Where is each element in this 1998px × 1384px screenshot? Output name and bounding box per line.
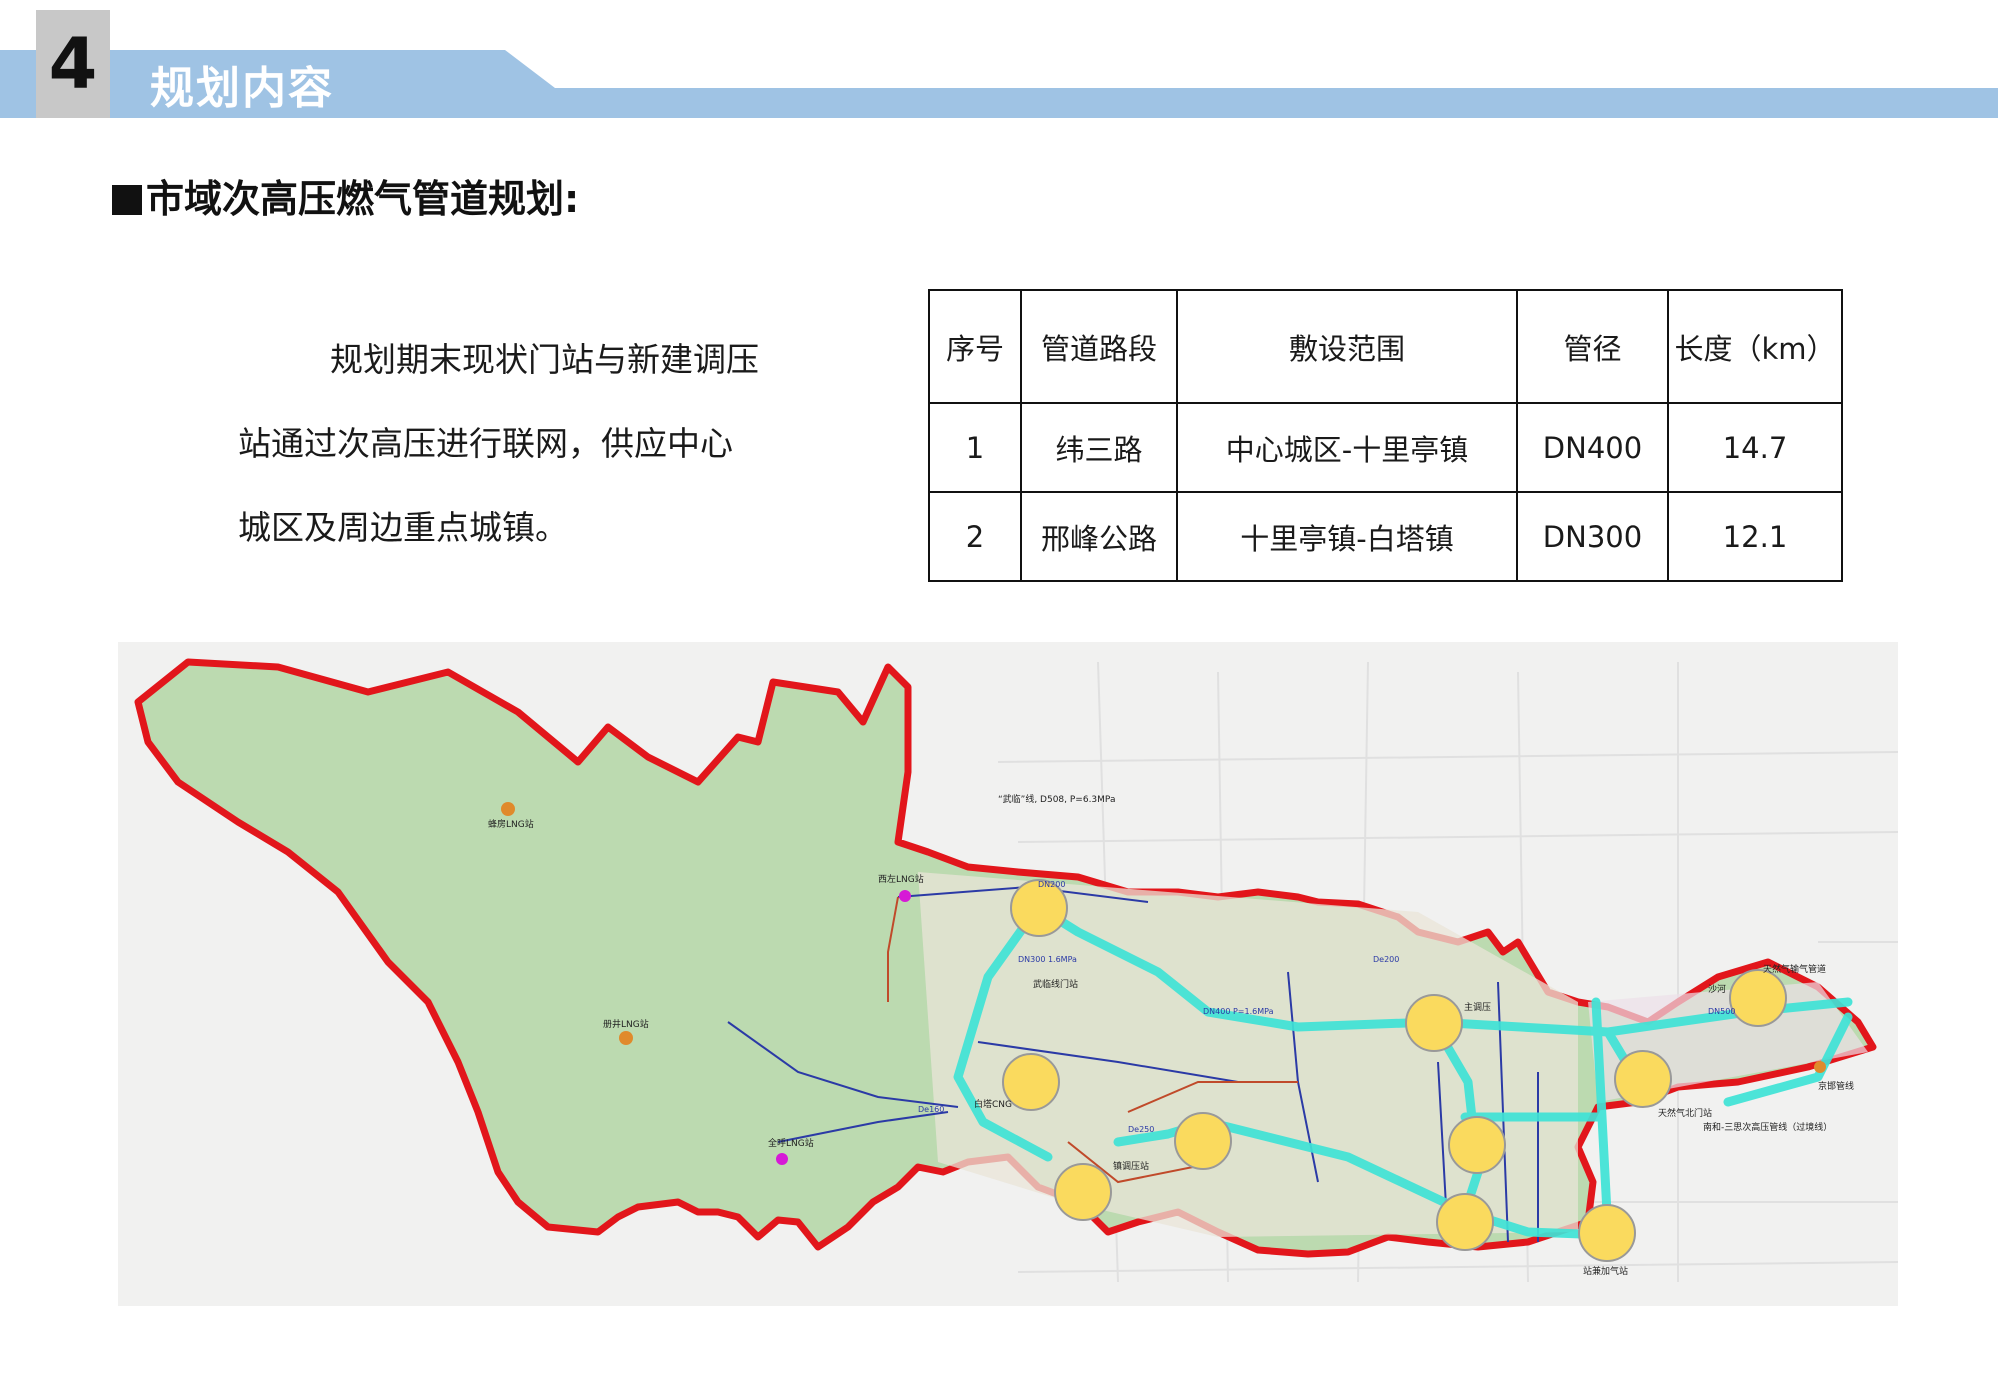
table-header: 管径 <box>1516 289 1669 404</box>
table-cell: 14.7 <box>1667 402 1843 493</box>
map-label: 西左LNG站 <box>878 873 924 885</box>
map-label: 蜂房LNG站 <box>488 818 534 830</box>
map-label: 册井LNG站 <box>603 1018 649 1030</box>
intro-line-1: 规划期末现状门站与新建调压 <box>330 340 759 379</box>
lng-station-icon <box>776 1153 788 1165</box>
map-label: DN500 <box>1708 1007 1735 1016</box>
table-header: 敷设范围 <box>1176 289 1518 404</box>
table-header: 序号 <box>928 289 1022 404</box>
table-cell: DN300 <box>1516 491 1669 582</box>
map-label: 京邯管线 <box>1818 1080 1854 1092</box>
station-node <box>1436 1193 1494 1251</box>
station-node <box>1578 1204 1636 1262</box>
gate-station-icon <box>1814 1061 1826 1073</box>
map-label: 南和-三思次高压管线（过境线） <box>1703 1121 1832 1133</box>
table-cell: 纬三路 <box>1020 402 1178 493</box>
map-label: De250 <box>1128 1125 1154 1134</box>
lng-station-icon <box>619 1031 633 1045</box>
station-node <box>1614 1050 1672 1108</box>
station-node <box>1174 1112 1232 1170</box>
station-node <box>1729 969 1787 1027</box>
map-label: 沙河 <box>1708 983 1726 995</box>
map-label: 主调压 <box>1464 1001 1491 1013</box>
square-bullet-icon <box>112 185 142 215</box>
map-label: 站兼加气站 <box>1583 1265 1628 1277</box>
table-cell: 1 <box>928 402 1022 493</box>
subtitle-text: 市域次高压燃气管道规划: <box>146 177 580 221</box>
map-label: “武临”线, D508, P=6.3MPa <box>998 793 1115 805</box>
section-number: 4 <box>36 10 110 118</box>
map-label: De160 <box>918 1105 944 1114</box>
map-label: DN200 <box>1038 880 1065 889</box>
intro-paragraph: 规划期末现状门站与新建调压 站通过次高压进行联网，供应中心 城区及周边重点城镇。 <box>238 318 808 570</box>
lng-station-icon <box>501 802 515 816</box>
table-header: 管道路段 <box>1020 289 1178 404</box>
table-header-row: 序号 管道路段 敷设范围 管径 长度（km） <box>928 289 1843 404</box>
table-row: 2 邢峰公路 十里亭镇-白塔镇 DN300 12.1 <box>928 491 1843 582</box>
section-title: 规划内容 <box>150 63 334 114</box>
map-label: 镇调压站 <box>1113 1160 1149 1172</box>
table-cell: 邢峰公路 <box>1020 491 1178 582</box>
page-subtitle: 市域次高压燃气管道规划: <box>112 168 579 223</box>
map-label: 天然气输气管道 <box>1763 963 1826 975</box>
map-label: 全呼LNG站 <box>768 1137 814 1149</box>
pipeline-table: 序号 管道路段 敷设范围 管径 长度（km） 1 纬三路 中心城区-十里亭镇 D… <box>928 289 1843 582</box>
intro-line-2: 站通过次高压进行联网，供应中心 <box>238 424 733 463</box>
intro-line-3: 城区及周边重点城镇。 <box>238 508 568 547</box>
station-node <box>1448 1116 1506 1174</box>
map-label: De200 <box>1373 955 1399 964</box>
table-cell: DN400 <box>1516 402 1669 493</box>
map-label: 武临线门站 <box>1033 978 1078 990</box>
table-header: 长度（km） <box>1667 289 1843 404</box>
station-node <box>1054 1163 1112 1221</box>
pipeline-map: 蜂房LNG站 西左LNG站 册井LNG站 全呼LNG站 “武临”线, D508,… <box>118 642 1898 1306</box>
station-node <box>1405 994 1463 1052</box>
map-label: 天然气北门站 <box>1658 1107 1712 1119</box>
map-label: DN300 1.6MPa <box>1018 955 1077 964</box>
table-cell: 十里亭镇-白塔镇 <box>1176 491 1518 582</box>
map-label: DN400 P=1.6MPa <box>1203 1007 1274 1016</box>
table-cell: 2 <box>928 491 1022 582</box>
lng-station-icon <box>899 890 911 902</box>
table-row: 1 纬三路 中心城区-十里亭镇 DN400 14.7 <box>928 402 1843 493</box>
table-cell: 中心城区-十里亭镇 <box>1176 402 1518 493</box>
table-cell: 12.1 <box>1667 491 1843 582</box>
map-label: 白塔CNG <box>974 1098 1012 1110</box>
